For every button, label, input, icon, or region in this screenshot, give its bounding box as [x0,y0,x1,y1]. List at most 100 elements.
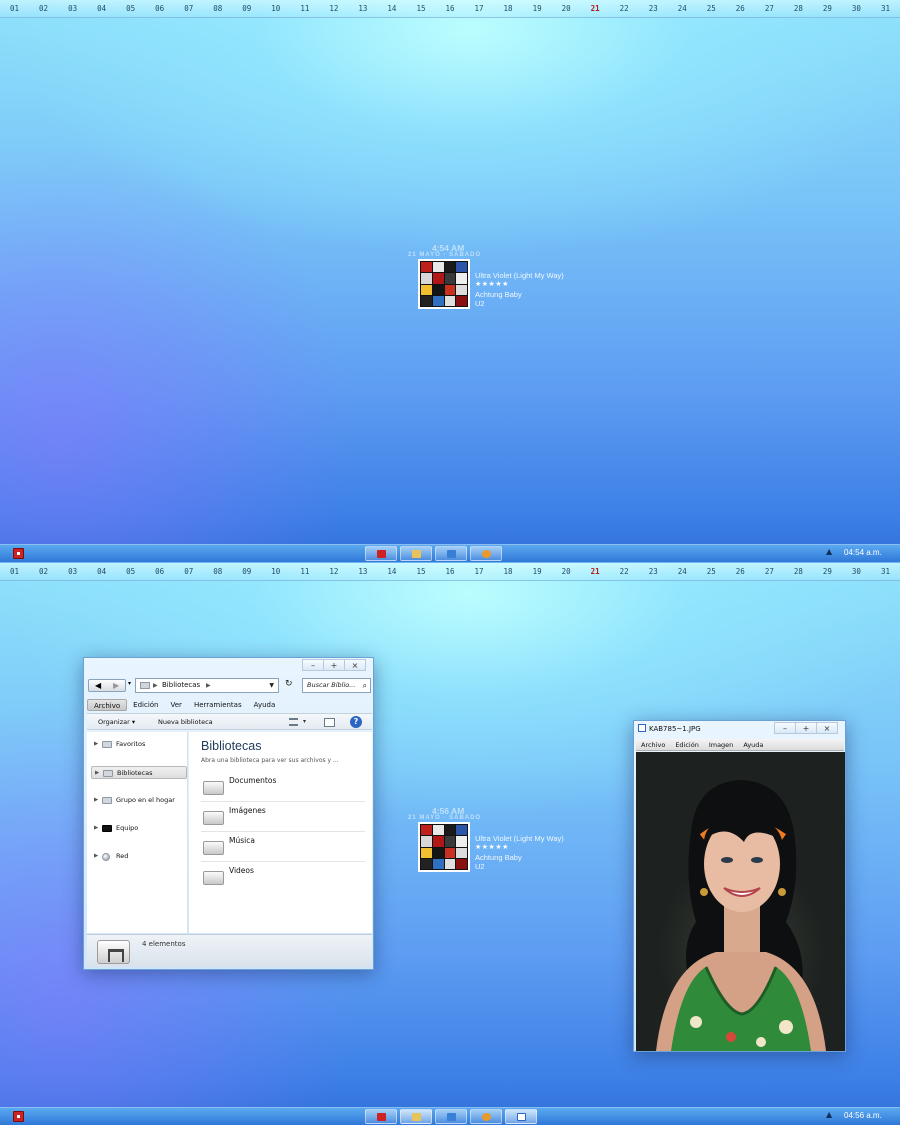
date-day-06[interactable]: 06 [145,563,174,580]
nav-item-favoritos[interactable]: ▶ Favoritos [91,738,187,751]
nav-item-red[interactable]: ▶ Red [91,850,187,863]
date-day-22[interactable]: 22 [610,563,639,580]
close-button[interactable]: × [344,659,366,671]
date-day-13[interactable]: 13 [348,0,377,17]
date-day-06[interactable]: 06 [145,0,174,17]
expand-arrow-icon[interactable]: ▶ [94,794,98,807]
album-cover[interactable] [418,259,470,309]
menu-ayuda[interactable]: Ayuda [738,739,768,750]
taskbar-windows-store[interactable] [435,546,467,561]
date-day-07[interactable]: 07 [174,0,203,17]
date-day-30[interactable]: 30 [842,0,871,17]
date-day-20[interactable]: 20 [552,0,581,17]
view-icon[interactable] [289,718,298,726]
expand-arrow-icon[interactable]: ▶ [94,738,98,751]
date-day-26[interactable]: 26 [726,563,755,580]
date-day-02[interactable]: 02 [29,563,58,580]
date-day-29[interactable]: 29 [813,0,842,17]
date-day-05[interactable]: 05 [116,0,145,17]
library-item-documentos[interactable]: Documentos [201,772,365,802]
close-button[interactable]: × [816,722,838,734]
date-day-20[interactable]: 20 [552,563,581,580]
new-library-button[interactable]: Nueva biblioteca [158,714,213,730]
date-day-25[interactable]: 25 [697,563,726,580]
library-item-musica[interactable]: Música [201,832,365,862]
date-day-16[interactable]: 16 [435,0,464,17]
maximize-button[interactable]: + [323,659,345,671]
expand-arrow-icon[interactable]: ▶ [94,822,98,835]
taskbar-clock[interactable]: 04:56 a.m. [844,1111,882,1120]
taskbar-media-player[interactable] [365,1109,397,1124]
taskbar-file-explorer[interactable] [400,546,432,561]
date-day-14[interactable]: 14 [377,0,406,17]
up-arrow-icon[interactable]: ▲ [826,547,832,556]
menu-edicion[interactable]: Edición [670,739,704,750]
date-day-24[interactable]: 24 [668,563,697,580]
menu-archivo[interactable]: Archivo [636,739,670,750]
nav-item-bibliotecas[interactable]: ▶ Bibliotecas [91,766,187,779]
date-day-03[interactable]: 03 [58,563,87,580]
date-day-23[interactable]: 23 [639,0,668,17]
breadcrumb[interactable]: Bibliotecas [162,681,200,689]
date-day-25[interactable]: 25 [697,0,726,17]
rating-stars[interactable]: ★★★★★ [475,843,509,851]
rating-stars[interactable]: ★★★★★ [475,280,509,288]
date-day-17[interactable]: 17 [465,563,494,580]
date-day-12[interactable]: 12 [319,563,348,580]
view-dropdown-icon[interactable]: ▾ [303,714,306,730]
date-day-02[interactable]: 02 [29,0,58,17]
date-day-05[interactable]: 05 [116,563,145,580]
date-day-18[interactable]: 18 [494,563,523,580]
address-bar[interactable]: ▶ Bibliotecas ▶ ▼ [135,678,279,693]
forward-arrow-icon[interactable]: ▶ [113,680,119,691]
start-button[interactable] [13,548,24,559]
taskbar-settings[interactable] [470,1109,502,1124]
date-day-23[interactable]: 23 [639,563,668,580]
nav-item-equipo[interactable]: ▶ Equipo [91,822,187,835]
date-day-10[interactable]: 10 [261,563,290,580]
date-day-10[interactable]: 10 [261,0,290,17]
start-button[interactable] [13,1111,24,1122]
date-day-14[interactable]: 14 [377,563,406,580]
date-day-18[interactable]: 18 [494,0,523,17]
date-day-08[interactable]: 08 [203,0,232,17]
back-arrow-icon[interactable]: ◀ [95,680,101,691]
date-day-04[interactable]: 04 [87,0,116,17]
search-input[interactable]: Buscar Biblio... ⌕ [302,678,371,693]
taskbar-photo-viewer[interactable] [505,1109,537,1124]
menu-herramientas[interactable]: Herramientas [188,699,248,711]
date-day-11[interactable]: 11 [290,563,319,580]
expand-arrow-icon[interactable]: ▶ [94,850,98,863]
date-day-01[interactable]: 01 [0,0,29,17]
taskbar-media-player[interactable] [365,546,397,561]
date-day-31[interactable]: 31 [871,0,900,17]
library-item-imagenes[interactable]: Imágenes [201,802,365,832]
organize-button[interactable]: Organizar ▾ [98,714,135,730]
date-day-22[interactable]: 22 [610,0,639,17]
search-icon[interactable]: ⌕ [363,679,367,692]
preview-pane-icon[interactable] [324,718,335,727]
breadcrumb-chevron-icon[interactable]: ▶ [206,679,211,692]
date-day-29[interactable]: 29 [813,563,842,580]
date-day-19[interactable]: 19 [523,563,552,580]
menu-archivo[interactable]: Archivo [87,699,128,711]
minimize-button[interactable]: – [302,659,324,671]
refresh-icon[interactable]: ↻ [285,679,293,689]
date-day-27[interactable]: 27 [755,0,784,17]
menu-ayuda[interactable]: Ayuda [248,699,282,711]
date-day-11[interactable]: 11 [290,0,319,17]
date-day-09[interactable]: 09 [232,563,261,580]
album-cover[interactable] [418,822,470,872]
date-day-03[interactable]: 03 [58,0,87,17]
date-day-01[interactable]: 01 [0,563,29,580]
maximize-button[interactable]: + [795,722,817,734]
date-day-04[interactable]: 04 [87,563,116,580]
menu-imagen[interactable]: Imagen [704,739,738,750]
menu-ver[interactable]: Ver [165,699,188,711]
library-item-videos[interactable]: Videos [201,862,365,892]
taskbar-file-explorer[interactable] [400,1109,432,1124]
date-day-08[interactable]: 08 [203,563,232,580]
date-day-15[interactable]: 15 [406,563,435,580]
expand-arrow-icon[interactable]: ▶ [95,767,99,780]
date-day-17[interactable]: 17 [465,0,494,17]
